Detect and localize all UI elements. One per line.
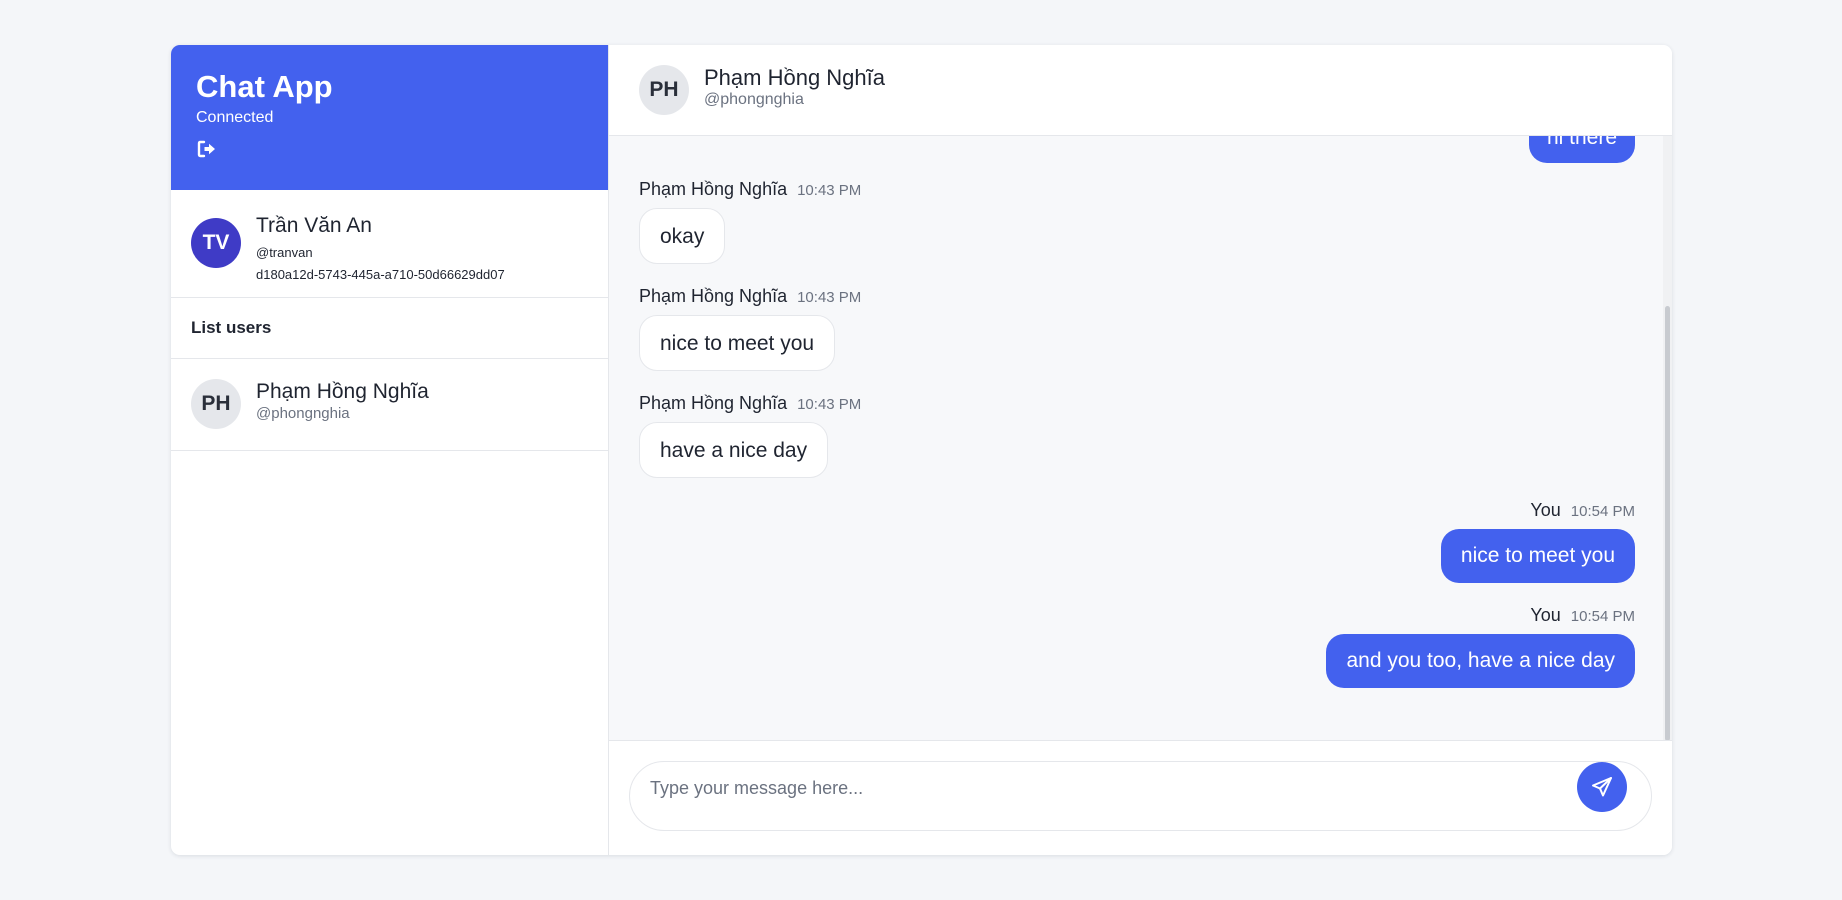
message-time: 10:43 PM: [797, 182, 862, 199]
message-incoming: Phạm Hồng Nghĩa 10:43 PM have a nice day: [639, 393, 861, 478]
message-outgoing: You 10:54 PM nice to meet you: [1440, 500, 1635, 583]
message-bubble: okay: [639, 208, 726, 264]
avatar: PH: [191, 379, 241, 429]
app-title: Chat App: [196, 69, 333, 104]
sidebar-header: Chat App Connected: [171, 45, 608, 190]
current-user-name: Trần Văn An: [256, 214, 372, 237]
message-sender: Phạm Hồng Nghĩa: [639, 393, 788, 413]
message-time: 10:43 PM: [797, 396, 862, 413]
message-bubble: have a nice day: [639, 422, 829, 478]
user-info: Phạm Hồng Nghĩa @phongnghia: [256, 378, 429, 423]
avatar: PH: [639, 65, 689, 115]
avatar: TV: [191, 218, 241, 268]
user-list-item[interactable]: PH Phạm Hồng Nghĩa @phongnghia: [171, 359, 608, 451]
message-bubble: and you too, have a nice day: [1326, 634, 1635, 688]
message-bubble: nice to meet you: [1440, 529, 1635, 583]
current-user-card: TV Trần Văn An @tranvan d180a12d-5743-44…: [171, 190, 608, 298]
message-time: 10:54 PM: [1570, 608, 1635, 625]
chat-header: PH Phạm Hồng Nghĩa @phongnghia: [609, 45, 1672, 136]
chat-app-window: Chat App Connected TV Trần Văn An @tranv…: [171, 45, 1672, 855]
message-input-wrapper: [629, 761, 1652, 831]
message-meta: Phạm Hồng Nghĩa 10:43 PM: [639, 179, 861, 203]
message-composer: [609, 741, 1672, 855]
message-list[interactable]: hi there Phạm Hồng Nghĩa 10:43 PM okay P…: [609, 136, 1672, 741]
chat-panel: PH Phạm Hồng Nghĩa @phongnghia hi there …: [609, 45, 1672, 855]
current-user-id: d180a12d-5743-445a-a710-50d66629dd07: [256, 267, 505, 282]
user-name: Phạm Hồng Nghĩa: [256, 380, 429, 403]
message-time: 10:43 PM: [797, 289, 862, 306]
connection-status: Connected: [196, 109, 274, 126]
message-sender: You: [1530, 605, 1561, 625]
chat-partner-handle: @phongnghia: [704, 91, 804, 108]
message-meta: Phạm Hồng Nghĩa 10:43 PM: [639, 393, 861, 417]
send-icon: [1590, 775, 1614, 799]
message-bubble: hi there: [1528, 136, 1635, 163]
message-meta: You 10:54 PM: [1326, 605, 1635, 629]
sidebar: Chat App Connected TV Trần Văn An @tranv…: [171, 45, 609, 855]
message-outgoing: You 10:54 PM and you too, have a nice da…: [1326, 605, 1635, 688]
scrollbar-thumb[interactable]: [1665, 306, 1670, 740]
user-list-title: List users: [171, 298, 608, 359]
send-button[interactable]: [1577, 762, 1627, 812]
message-bubble: nice to meet you: [639, 315, 836, 371]
message-sender: You: [1530, 500, 1561, 520]
message-input[interactable]: [630, 762, 1651, 814]
current-user-handle: @tranvan: [256, 245, 313, 260]
message-meta: Phạm Hồng Nghĩa 10:43 PM: [639, 286, 861, 310]
message-incoming: Phạm Hồng Nghĩa 10:43 PM okay: [639, 179, 861, 264]
current-user-info: Trần Văn An @tranvan d180a12d-5743-445a-…: [256, 212, 505, 283]
chat-partner-info: Phạm Hồng Nghĩa @phongnghia: [704, 65, 885, 109]
user-handle: @phongnghia: [256, 405, 350, 422]
message-meta: You 10:54 PM: [1441, 500, 1635, 524]
message-outgoing: hi there: [1528, 136, 1635, 163]
chat-partner-name: Phạm Hồng Nghĩa: [704, 65, 885, 90]
logout-icon[interactable]: [196, 138, 218, 160]
message-incoming: Phạm Hồng Nghĩa 10:43 PM nice to meet yo…: [639, 286, 861, 371]
message-sender: Phạm Hồng Nghĩa: [639, 179, 788, 199]
message-time: 10:54 PM: [1570, 503, 1635, 520]
message-sender: Phạm Hồng Nghĩa: [639, 286, 788, 306]
